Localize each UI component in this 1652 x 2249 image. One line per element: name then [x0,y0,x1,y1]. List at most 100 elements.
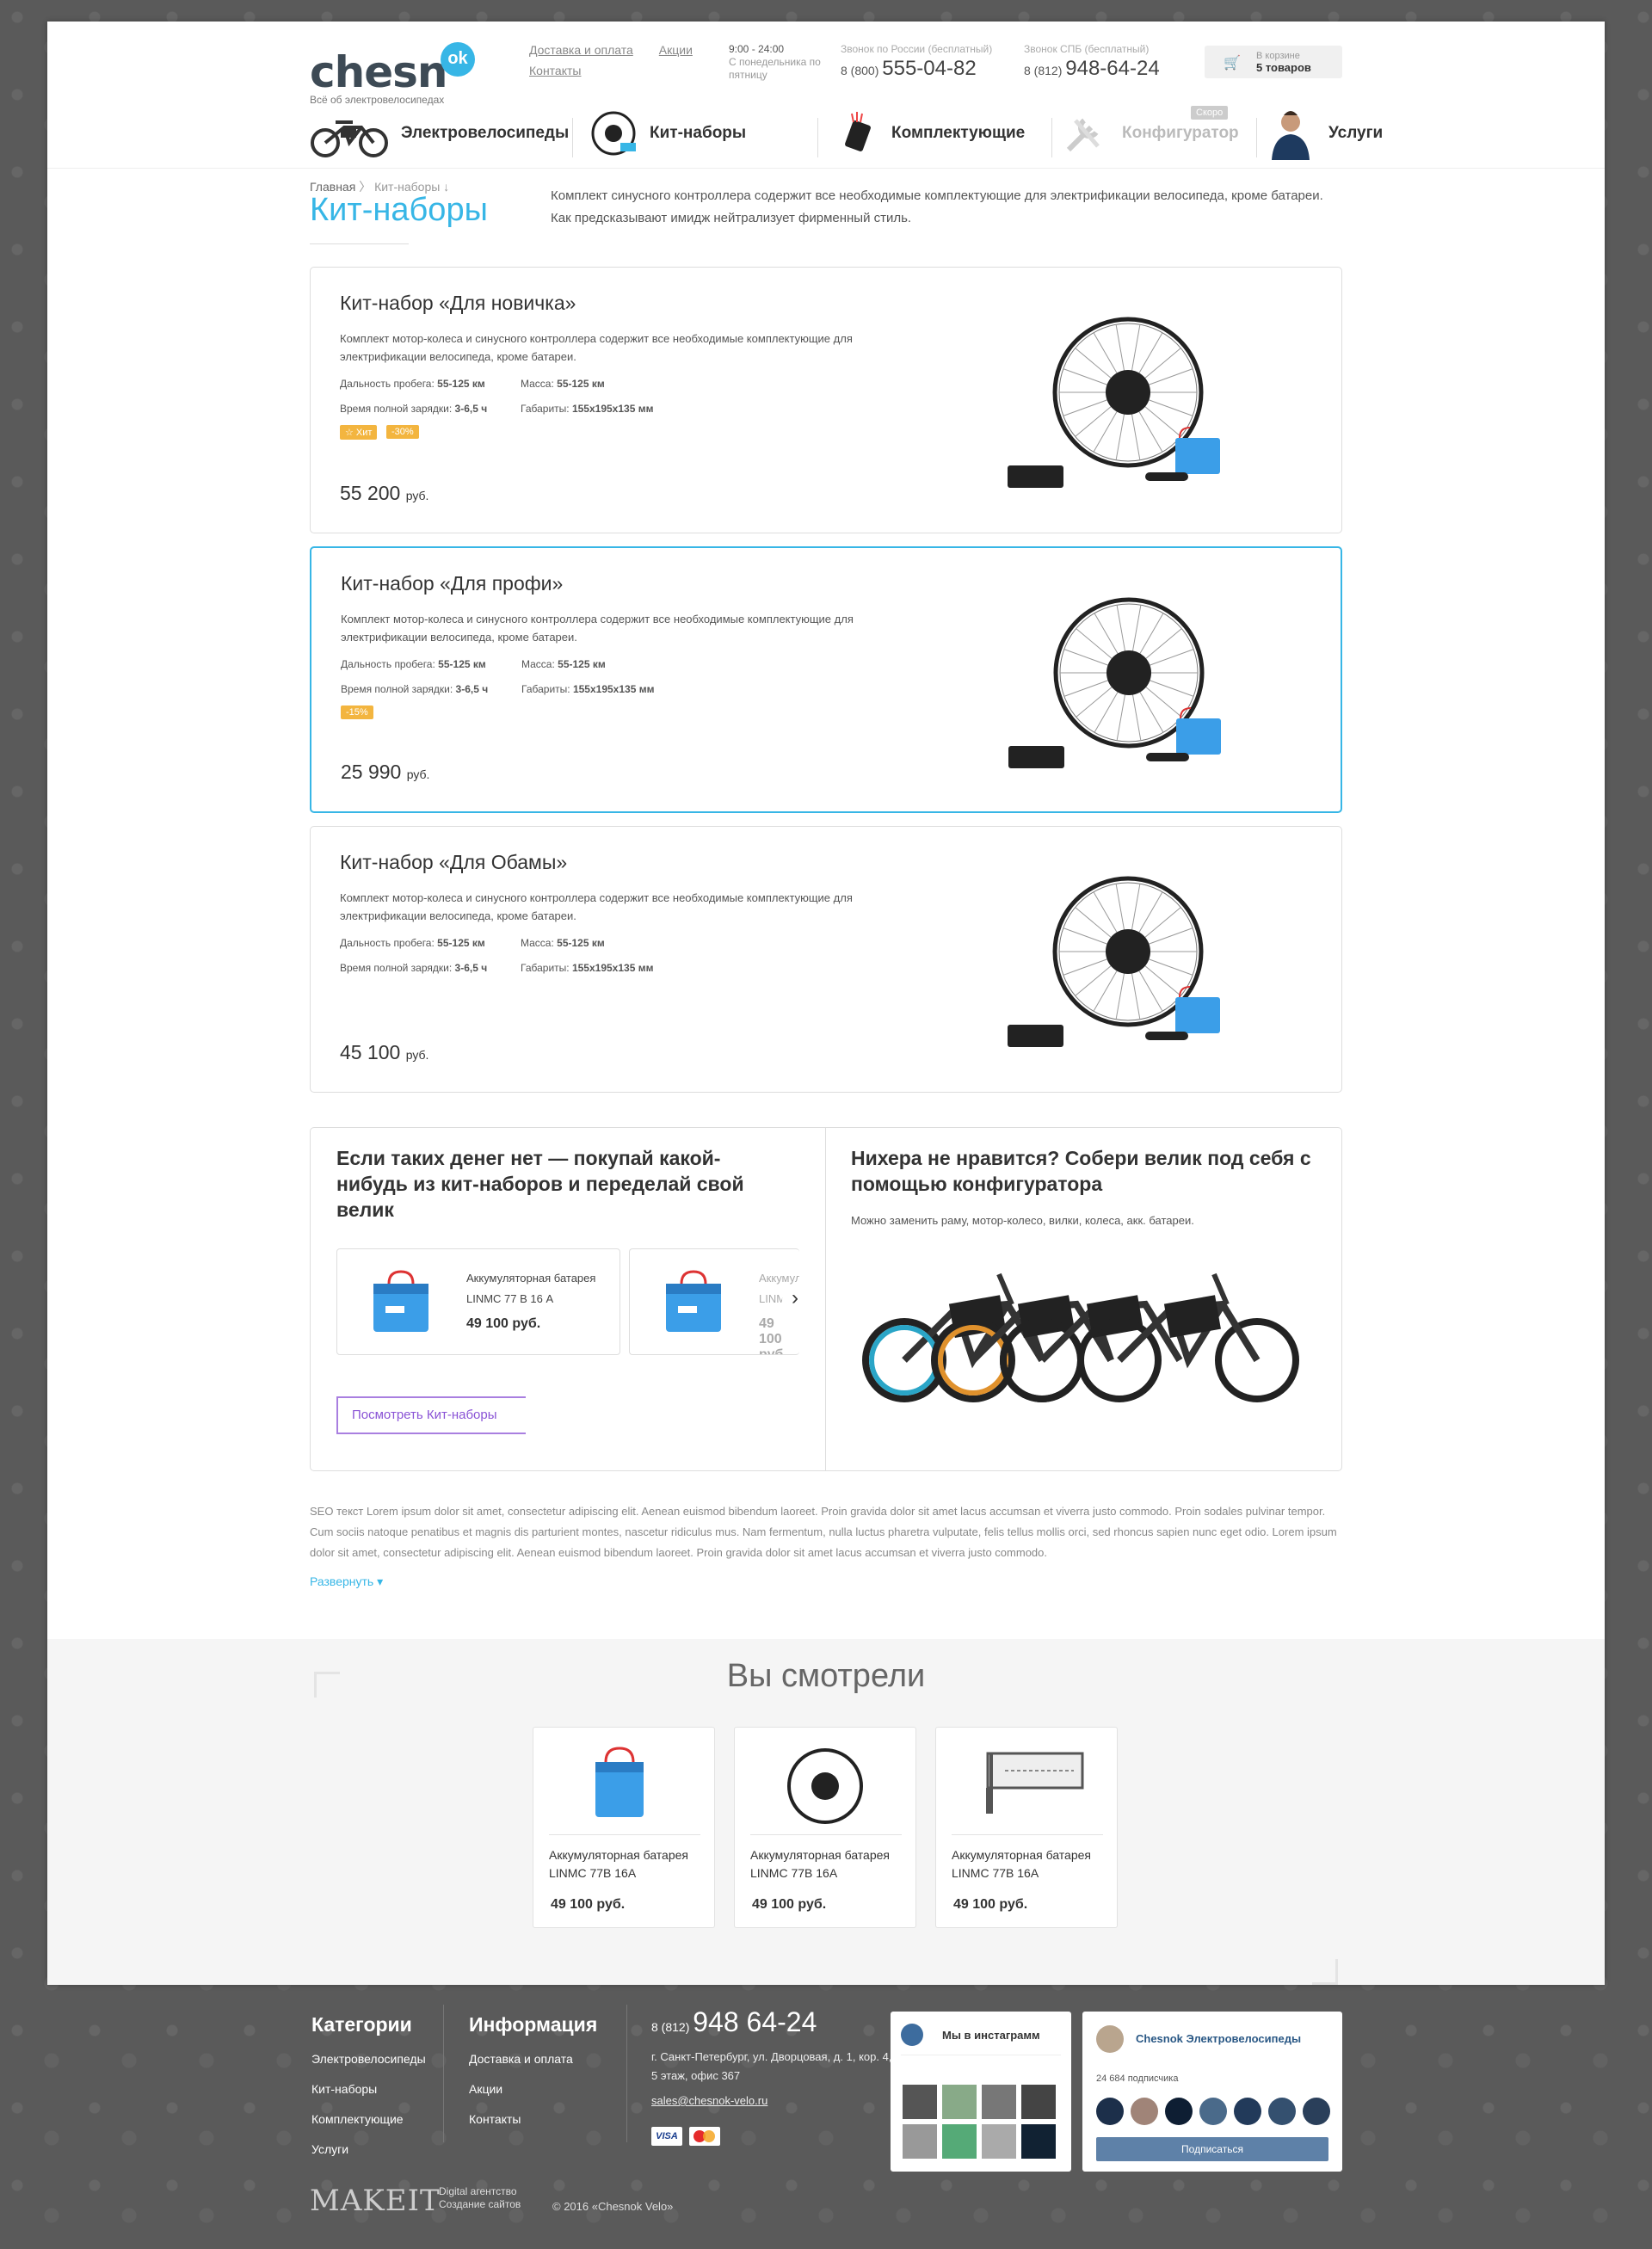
battery-icon [595,1747,644,1817]
instagram-photo[interactable] [982,2085,1016,2119]
wheel-icon [787,1748,863,1824]
kit-image[interactable] [1000,591,1232,780]
cart-button[interactable]: 🛒 В корзине 5 товаров [1205,46,1342,78]
wrench-icon [1066,118,1100,152]
nav-item-components[interactable]: Комплектующие [836,99,1025,168]
controller-icon [845,112,871,151]
footer-link[interactable]: Электровелосипеды [311,2052,426,2066]
footer-categories-title: Категории [311,2013,412,2036]
instagram-photo[interactable] [903,2085,937,2119]
footer-phone[interactable]: 8 (812) 948 64-24 [651,2006,817,2038]
instagram-photo[interactable] [1021,2124,1056,2159]
carousel-next-button[interactable]: › [782,1286,808,1312]
vk-subscriber-avatar[interactable] [1268,2098,1296,2125]
instagram-photo[interactable] [942,2085,977,2119]
nav-item-services[interactable]: Услуги [1265,99,1383,168]
page-container: chesn ok Всё об электровелосипедах Доста… [47,22,1605,1985]
vk-subscriber-avatar[interactable] [1165,2098,1193,2125]
battery-icon [666,1270,721,1332]
instagram-icon [901,2024,923,2046]
kit-image[interactable] [999,870,1231,1059]
view-kits-button[interactable]: Посмотреть Кит-наборы [336,1396,526,1434]
battery-icon [373,1270,428,1332]
footer-link[interactable]: Акции [469,2082,502,2096]
badge: -30% [386,425,419,439]
viewed-product-card[interactable]: Аккумуляторная батарея LINMC 77В 16А 49 … [533,1727,715,1928]
instagram-photo[interactable] [942,2124,977,2159]
expand-link[interactable]: Развернуть ▾ [310,1574,383,1589]
instagram-photo[interactable] [1021,2085,1056,2119]
kit-title[interactable]: Кит-набор «Для Обамы» [340,851,567,874]
instagram-photo[interactable] [982,2124,1016,2159]
bikes-image[interactable] [861,1257,1309,1412]
vk-avatar [1096,2025,1124,2053]
makeit-logo[interactable]: MAKEIT [310,2184,441,2218]
kit-card[interactable]: Кит-набор «Для Обамы» Комплект мотор-коле… [310,826,1342,1093]
wheel-icon [591,111,636,156]
badge: -15% [341,706,373,719]
link-contacts[interactable]: Контакты [529,64,581,77]
page-title: Кит-наборы [310,192,488,228]
promo-block: Если таких денег нет — покупай какой-ниб… [310,1127,1342,1471]
nav-item-kits[interactable]: Кит-наборы [589,99,746,168]
promo-left-title: Если таких денег нет — покупай какой-ниб… [336,1147,744,1221]
footer-link[interactable]: Услуги [311,2142,348,2156]
header-links: Доставка и оплата Акции Контакты [529,43,718,77]
kit-card[interactable]: Кит-набор «Для профи» Комплект мотор-коле… [310,546,1342,813]
instagram-widget[interactable]: Мы в инстаграмм [891,2012,1071,2172]
product-card[interactable]: Аккумуляторная батарея LINMC 77 В 16 А 4… [336,1248,620,1355]
footer-link[interactable]: Контакты [469,2112,521,2126]
kit-description: Комплект мотор-колеса и синусного контро… [340,891,853,922]
link-sales[interactable]: Акции [659,43,693,57]
logo[interactable]: chesn ok Всё об электровелосипедах [310,42,475,106]
vk-subscribe-button[interactable]: Подписаться [1096,2137,1328,2161]
vk-subscriber-avatar[interactable] [1131,2098,1158,2125]
kit-price: 55 200 руб. [340,482,429,504]
visa-icon: VISA [651,2127,682,2146]
promo-right-text: Можно заменить раму, мотор-колесо, вилки… [851,1214,1194,1227]
footer-link[interactable]: Кит-наборы [311,2082,377,2096]
mastercard-icon [689,2127,720,2146]
recently-viewed: Вы смотрели Аккумуляторная батарея LINMC… [47,1639,1605,1985]
copyright: © 2016 «Chesnok Velo» [552,2200,674,2213]
kit-title[interactable]: Кит-набор «Для новичка» [340,292,576,315]
work-hours: 9:00 - 24:00 С понедельника по пятницу [729,43,821,81]
soon-badge: Скоро [1191,106,1229,120]
kit-title[interactable]: Кит-набор «Для профи» [341,572,563,595]
kit-card[interactable]: Кит-набор «Для новичка» Комплект мотор-ко… [310,267,1342,533]
recently-viewed-title: Вы смотрели [726,1658,926,1694]
footer-email[interactable]: sales@chesnok-velo.ru [651,2094,767,2107]
viewed-product-card[interactable]: Аккумуляторная батарея LINMC 77В 16А 49 … [734,1727,916,1928]
footer-link[interactable]: Комплектующие [311,2112,404,2126]
vk-widget[interactable]: Chesnok Электровелосипеды 24 684 подписч… [1082,2012,1342,2172]
footer-address: г. Санкт-Петербург, ул. Дворцовая, д. 1,… [651,2050,892,2082]
logo-ok-badge: ok [441,42,475,77]
footer-info-title: Информация [469,2013,598,2036]
vk-subscriber-avatar[interactable] [1199,2098,1227,2125]
badge: ☆ Хит [340,425,378,440]
link-delivery[interactable]: Доставка и оплата [529,43,633,57]
vk-subscriber-avatar[interactable] [1303,2098,1330,2125]
seo-text: SEO текст Lorem ipsum dolor sit amet, co… [310,1505,1337,1559]
phone-spb[interactable]: Звонок СПБ (бесплатный) 8 (812) 948-64-2… [1024,43,1160,81]
makeit-caption: Digital агентство Создание сайтов [439,2185,521,2210]
footer-link[interactable]: Доставка и оплата [469,2052,573,2066]
kit-price: 25 990 руб. [341,761,430,783]
vk-subscriber-avatar[interactable] [1096,2098,1124,2125]
kit-price: 45 100 руб. [340,1041,429,1063]
main-nav: Электровелосипеды Кит-наборы Комплектующ… [310,99,1383,168]
phone-russia[interactable]: Звонок по России (бесплатный) 8 (800) 55… [841,43,992,81]
product-card[interactable]: Аккумуляторная батарея LINMC 77 В 16 А 4… [629,1248,799,1355]
vk-subscriber-avatar[interactable] [1234,2098,1261,2125]
viewed-product-card[interactable]: Аккумуляторная батарея LINMC 77В 16А 49 … [935,1727,1118,1928]
kit-description: Комплект мотор-колеса и синусного контро… [340,332,853,363]
ebike-icon [311,120,388,157]
nav-item-ebikes[interactable]: Электровелосипеды [310,99,569,168]
cart-icon: 🛒 [1224,56,1241,71]
instagram-photo[interactable] [903,2124,937,2159]
rack-icon [986,1752,1084,1814]
promo-right-title: Нихера не нравится? Собери велик под себ… [851,1147,1311,1195]
person-icon [1272,111,1310,160]
kit-image[interactable] [999,311,1231,500]
kit-description: Комплект мотор-колеса и синусного контро… [341,613,854,644]
